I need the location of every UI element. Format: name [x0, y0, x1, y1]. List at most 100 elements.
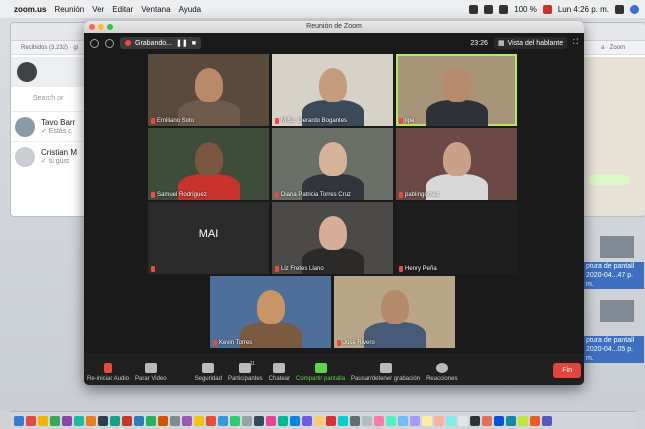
dock-app-icon[interactable] [74, 415, 84, 426]
dock-app-icon[interactable] [98, 415, 108, 426]
dock-app-icon[interactable] [278, 415, 288, 426]
chat-item[interactable]: Cristian M ✓ si gust [11, 141, 86, 171]
dock-app-icon[interactable] [134, 415, 144, 426]
tab-zoom[interactable]: a · Zoom [601, 45, 625, 51]
pause-icon[interactable]: ❚❚ [176, 39, 188, 47]
menu-ver[interactable]: Ver [92, 5, 104, 14]
dock-app-icon[interactable] [14, 415, 24, 426]
clock[interactable]: Lun 4:26 p. m. [558, 5, 609, 14]
recording-indicator[interactable]: Grabando... ❚❚ ■ [120, 37, 201, 49]
participant-tile[interactable]: lipe [396, 54, 517, 126]
participant-tile[interactable]: José Rivero [334, 276, 455, 348]
participants-button[interactable]: 11 Participantes [228, 361, 263, 382]
dock-app-icon[interactable] [182, 415, 192, 426]
dock-app-icon[interactable] [314, 415, 324, 426]
dock-app-icon[interactable] [50, 415, 60, 426]
participant-tile[interactable]: Diana Patricia Torres Cruz [272, 128, 393, 200]
mic-muted-icon [275, 266, 279, 272]
stop-icon[interactable]: ■ [192, 40, 196, 47]
dock-app-icon[interactable] [218, 415, 228, 426]
chat-button[interactable]: Chatear [269, 363, 290, 382]
dock-app-icon[interactable] [86, 415, 96, 426]
info-icon[interactable] [90, 38, 99, 48]
dock-app-icon[interactable] [110, 415, 120, 426]
participant-tile[interactable]: Liz Fretes Llano [272, 202, 393, 274]
dock-app-icon[interactable] [374, 415, 384, 426]
dock-app-icon[interactable] [362, 415, 372, 426]
screenshot-thumbnail-2[interactable] [600, 300, 634, 322]
menu-ventana[interactable]: Ventana [141, 5, 170, 14]
dock-app-icon[interactable] [530, 415, 540, 426]
dock-app-icon[interactable] [146, 415, 156, 426]
speaker-view-button[interactable]: ▦ Vista del hablante [493, 37, 568, 49]
dock-app-icon[interactable] [254, 415, 264, 426]
dock-app-icon[interactable] [206, 415, 216, 426]
app-menu[interactable]: zoom.us [14, 5, 46, 14]
dock-app-icon[interactable] [242, 415, 252, 426]
siri-icon[interactable] [630, 4, 639, 14]
dock-app-icon[interactable] [62, 415, 72, 426]
menu-ayuda[interactable]: Ayuda [179, 5, 202, 14]
battery-label[interactable]: 100 % [514, 5, 537, 14]
dock-app-icon[interactable] [542, 415, 552, 426]
dock-app-icon[interactable] [122, 415, 132, 426]
participant-tile[interactable]: M.Sc. Gerardo Bogantes [272, 54, 393, 126]
recording-control-button[interactable]: Pausar/detener grabación [351, 363, 420, 382]
dock-app-icon[interactable] [518, 415, 528, 426]
end-meeting-button[interactable]: Fin [553, 363, 581, 378]
reactions-button[interactable]: Reacciones [426, 363, 457, 382]
shield-icon[interactable] [105, 38, 114, 48]
chat-item[interactable]: Tavo Barr ✓ Estás c [11, 111, 86, 141]
menu-reunion[interactable]: Reunión [54, 5, 84, 14]
menu-editar[interactable]: Editar [112, 5, 133, 14]
tab-gmail[interactable]: Recibidos (3.232) · gi [21, 45, 78, 51]
record-status-icon[interactable] [469, 4, 479, 14]
dock-app-icon[interactable] [194, 415, 204, 426]
participant-tile[interactable]: Samuel Rodríguez [148, 128, 269, 200]
dock-app-icon[interactable] [290, 415, 300, 426]
dock-app-icon[interactable] [446, 415, 456, 426]
dock-app-icon[interactable] [458, 415, 468, 426]
dock-app-icon[interactable] [338, 415, 348, 426]
mic-button[interactable]: Re-iniciar Audio [87, 363, 129, 382]
dock-app-icon[interactable] [494, 415, 504, 426]
search-icon[interactable] [615, 4, 624, 14]
dock-app-icon[interactable] [470, 415, 480, 426]
dock-app-icon[interactable] [26, 415, 36, 426]
participant-tile[interactable]: Emiliano Soto [148, 54, 269, 126]
video-button[interactable]: Parar Video [135, 363, 167, 382]
participant-tile[interactable]: pablingomez [396, 128, 517, 200]
dock-app-icon[interactable] [350, 415, 360, 426]
dock-app-icon[interactable] [398, 415, 408, 426]
security-button[interactable]: Seguridad [195, 363, 222, 382]
dock-app-icon[interactable] [326, 415, 336, 426]
avatar[interactable] [17, 62, 37, 82]
dock-app-icon[interactable] [386, 415, 396, 426]
dock-app-icon[interactable] [170, 415, 180, 426]
dock-app-icon[interactable] [302, 415, 312, 426]
gmail-icon[interactable] [484, 4, 494, 14]
search-input[interactable]: Search or [11, 87, 86, 111]
screenshot-label-1[interactable]: ptura de pantall 2020-04...47 p. m. [584, 262, 644, 289]
flag-icon[interactable] [542, 4, 552, 14]
screenshot-label-2[interactable]: ptura de pantall 2020-04...05 p. m. [584, 336, 644, 363]
participant-tile[interactable]: MAI [148, 202, 269, 274]
screenshot-thumbnail-1[interactable] [600, 236, 634, 258]
dock-app-icon[interactable] [422, 415, 432, 426]
participant-tile[interactable]: Henry Peña [396, 202, 517, 274]
close-icon[interactable] [89, 24, 95, 30]
dock-app-icon[interactable] [158, 415, 168, 426]
dock-app-icon[interactable] [434, 415, 444, 426]
share-screen-button[interactable]: Compartir pantalla [296, 363, 345, 382]
dock-app-icon[interactable] [482, 415, 492, 426]
fullscreen-icon[interactable]: ⛶ [573, 39, 578, 47]
dock-app-icon[interactable] [410, 415, 420, 426]
dock-app-icon[interactable] [38, 415, 48, 426]
dock-app-icon[interactable] [230, 415, 240, 426]
dock-app-icon[interactable] [506, 415, 516, 426]
dock-app-icon[interactable] [266, 415, 276, 426]
wifi-icon[interactable] [499, 4, 509, 14]
participant-tile[interactable]: Kevin Torres [210, 276, 331, 348]
maximize-icon[interactable] [107, 24, 113, 30]
minimize-icon[interactable] [98, 24, 104, 30]
